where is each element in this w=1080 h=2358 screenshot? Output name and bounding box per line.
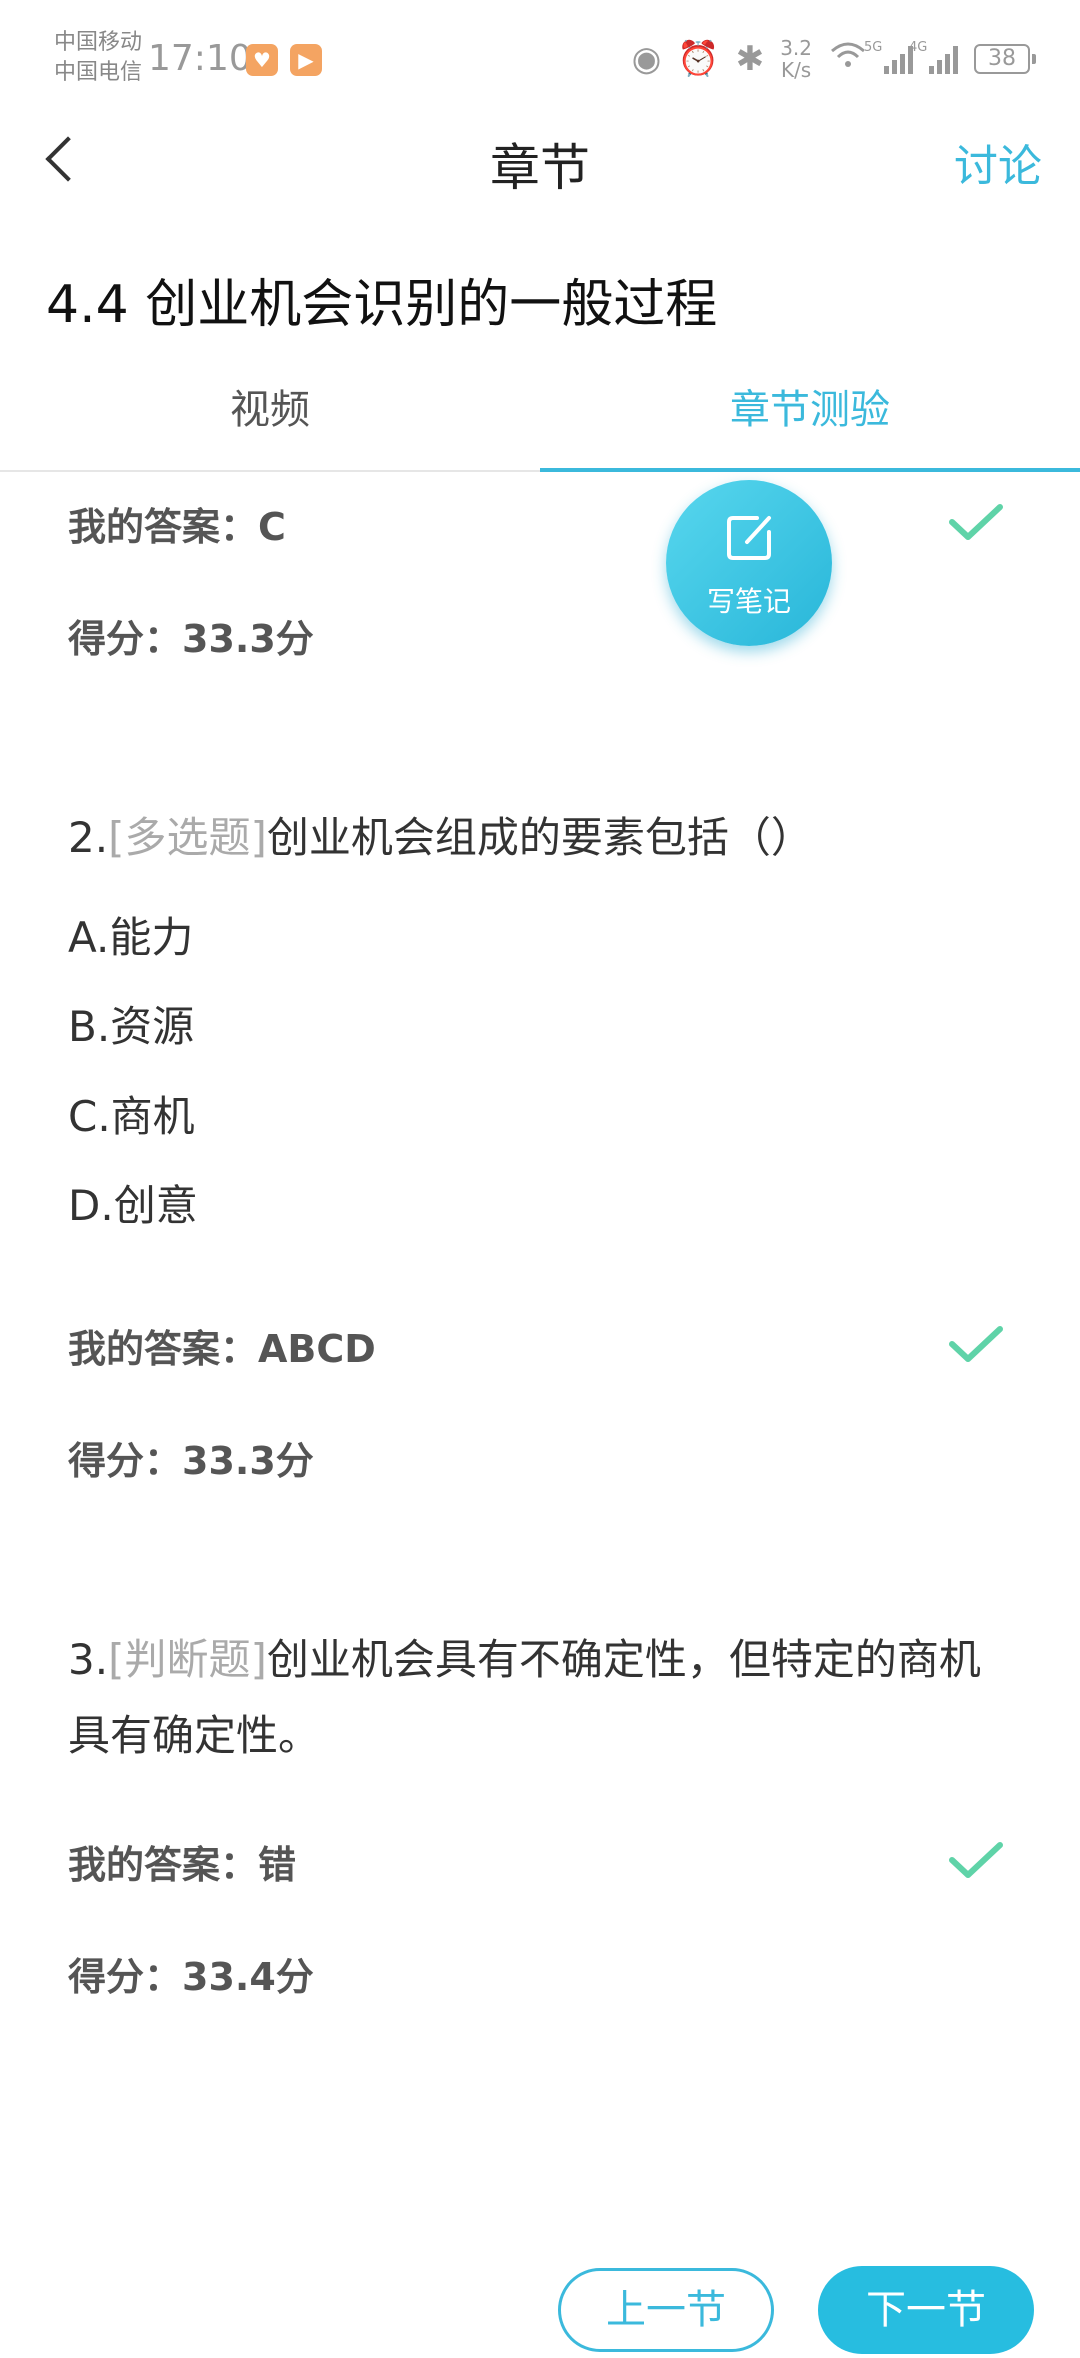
chapter-title: 4.4 创业机会识别的一般过程 xyxy=(46,275,718,335)
network-speed: 3.2 K/s xyxy=(780,37,812,81)
bluetooth-icon: ✱ xyxy=(735,39,765,79)
page-title: 章节 xyxy=(490,139,590,197)
battery-icon: 38 xyxy=(974,44,1036,74)
carrier-info: 中国移动 中国电信 xyxy=(54,28,142,88)
carrier-1: 中国移动 xyxy=(54,30,143,55)
q2-score: 得分：33.3分 xyxy=(68,1439,314,1483)
prev-section-button[interactable]: 上一节 xyxy=(558,2268,774,2352)
status-right-icons: ◉ ⏰ ✱ 3.2 K/s 5G 4G 38 xyxy=(631,34,1036,84)
q3-my-answer: 我的答案：错 xyxy=(68,1843,297,1887)
q2-option-d: D.创意 xyxy=(68,1181,198,1230)
signal-5g-tag: 5G xyxy=(864,40,883,55)
q1-score: 得分：33.3分 xyxy=(68,617,314,661)
q2-my-answer: 我的答案：ABCD xyxy=(68,1327,376,1371)
q2-question: 2.[多选题]创业机会组成的要素包括（） xyxy=(68,800,1008,876)
tab-chapter-quiz[interactable]: 章节测验 xyxy=(540,360,1080,472)
wifi-icon xyxy=(828,39,868,80)
write-note-button[interactable]: 写笔记 xyxy=(666,480,832,646)
next-section-button[interactable]: 下一节 xyxy=(818,2266,1034,2354)
alarm-icon: ⏰ xyxy=(677,39,720,79)
write-note-label: 写笔记 xyxy=(706,585,791,618)
discuss-button[interactable]: 讨论 xyxy=(954,130,1042,194)
q2-option-a: A.能力 xyxy=(68,913,194,962)
q3-score: 得分：33.4分 xyxy=(68,1955,314,1999)
q2-number: 2. xyxy=(68,813,109,862)
speed-value: 3.2 xyxy=(780,36,812,60)
q3-type: [判断题] xyxy=(108,1635,267,1684)
speed-unit: K/s xyxy=(780,58,812,82)
status-time: 17:10 xyxy=(148,38,252,79)
tab-bar: 视频 章节测验 xyxy=(0,360,1080,472)
q2-text: 创业机会组成的要素包括（） xyxy=(266,813,813,862)
q3-correct-check-icon xyxy=(948,1840,1004,1880)
edit-note-icon xyxy=(727,516,771,560)
video-notification-icon: ▶ xyxy=(290,44,322,76)
q1-my-answer: 我的答案：C xyxy=(68,505,286,549)
status-bar: 中国移动 中国电信 17:10 ♥ ▶ ◉ ⏰ ✱ 3.2 K/s 5G 4G … xyxy=(0,0,1080,110)
q3-number: 3. xyxy=(68,1635,109,1684)
signal-4g-tag: 4G xyxy=(909,40,928,55)
app-notification-icon: ♥ xyxy=(246,44,278,76)
signal-4g-icon: 4G xyxy=(909,40,958,74)
eye-icon: ◉ xyxy=(631,39,662,79)
tab-video[interactable]: 视频 xyxy=(0,360,540,470)
q2-option-c: C.商机 xyxy=(68,1092,195,1141)
q1-correct-check-icon xyxy=(948,502,1004,542)
q2-correct-check-icon xyxy=(948,1324,1004,1364)
q2-option-b: B.资源 xyxy=(68,1002,195,1051)
q2-type: [多选题] xyxy=(108,813,267,862)
q3-question: 3.[判断题]创业机会具有不确定性，但特定的商机具有确定性。 xyxy=(68,1622,1008,1774)
carrier-2: 中国电信 xyxy=(54,60,143,85)
